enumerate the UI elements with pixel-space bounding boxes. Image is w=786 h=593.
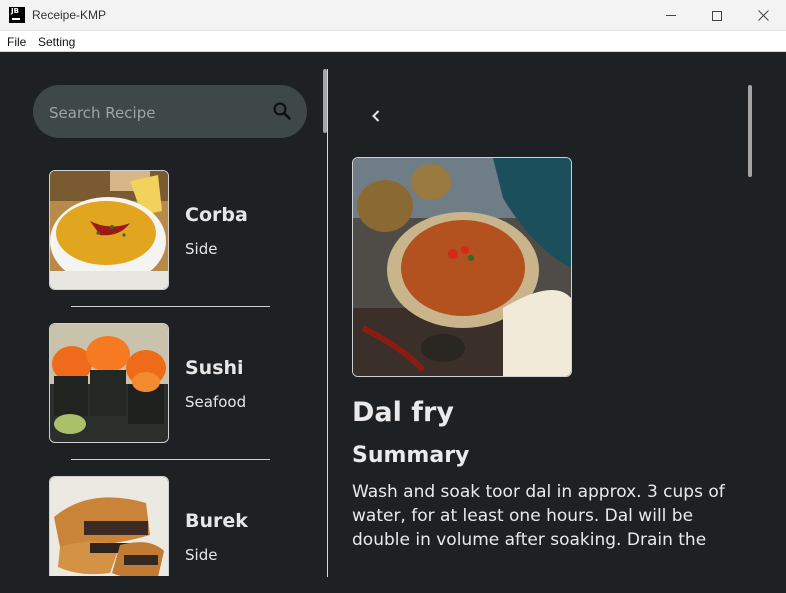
recipe-detail-title: Dal fry [352, 397, 454, 428]
list-separator [71, 306, 270, 307]
maximize-button[interactable] [694, 0, 740, 31]
search-icon[interactable] [272, 101, 292, 121]
minimize-icon [666, 15, 676, 16]
maximize-icon [712, 10, 722, 21]
recipe-thumbnail [49, 476, 169, 576]
detail-scrollbar[interactable] [748, 85, 752, 177]
app-logo-icon: JB [9, 7, 25, 23]
menu-setting[interactable]: Setting [38, 35, 75, 49]
recipe-item-burek[interactable]: Burek Side [49, 476, 289, 576]
summary-text: Wash and soak toor dal in approx. 3 cups… [352, 482, 725, 550]
main-content: Search Recipe Corba Side Sushi Seafood B… [0, 53, 786, 593]
menu-bar: File Setting [0, 31, 786, 52]
search-field[interactable]: Search Recipe [33, 85, 307, 138]
title-bar[interactable]: JB Receipe-KMP [0, 0, 786, 31]
recipe-item-corba[interactable]: Corba Side [49, 170, 289, 292]
recipe-name: Burek [185, 510, 248, 532]
close-icon [757, 10, 769, 21]
list-separator [71, 459, 270, 460]
summary-heading: Summary [352, 443, 470, 468]
menu-file[interactable]: File [7, 35, 26, 49]
recipe-category: Side [185, 546, 218, 564]
recipe-category: Side [185, 240, 218, 258]
recipe-name: Sushi [185, 357, 244, 379]
minimize-button[interactable] [648, 0, 694, 31]
chevron-left-icon[interactable] [368, 108, 384, 124]
recipe-item-sushi[interactable]: Sushi Seafood [49, 323, 289, 445]
recipe-thumbnail [49, 170, 169, 290]
window-title: Receipe-KMP [32, 8, 107, 22]
close-button[interactable] [740, 0, 786, 31]
search-placeholder: Search Recipe [49, 104, 156, 122]
recipe-detail-image [352, 157, 572, 377]
recipe-category: Seafood [185, 393, 247, 411]
panel-divider [327, 69, 328, 577]
recipe-name: Corba [185, 204, 248, 226]
recipe-thumbnail [49, 323, 169, 443]
